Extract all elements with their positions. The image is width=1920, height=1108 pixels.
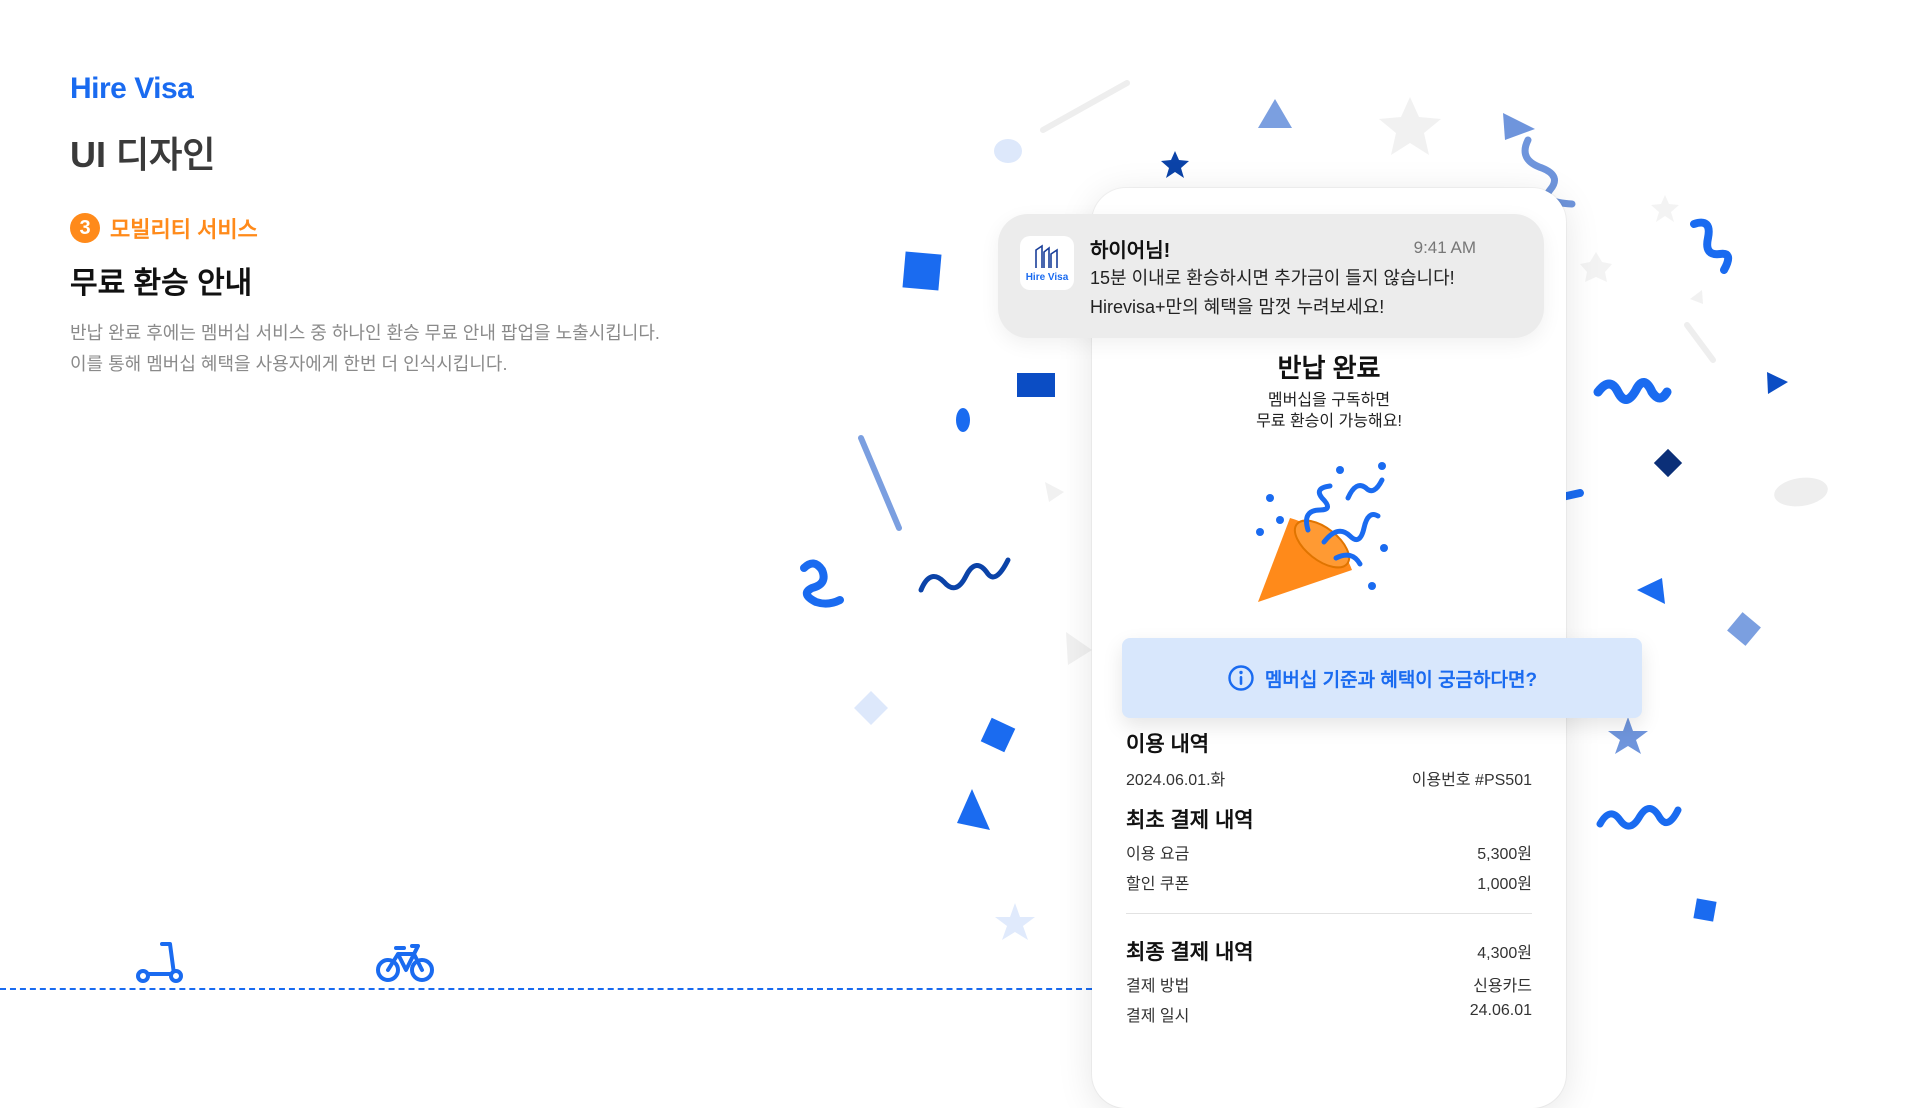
payment-row-value: 신용카드 xyxy=(1473,978,1532,995)
payment-row-label: 이용 요금 xyxy=(1126,846,1190,863)
usage-info-row: 2024.06.01.화 이용번호 #PS501 xyxy=(1126,766,1532,790)
final-payment-row: 최종 결제 내역 4,300원 xyxy=(1126,936,1532,966)
notification-title: 하이어님! xyxy=(1090,240,1171,262)
notification-time: 9:41 AM xyxy=(1413,238,1476,257)
notification-line: 15분 이내로 환승하시면 추가금이 들지 않습니다! xyxy=(1090,268,1455,288)
payment-row-value: 24.06.01 xyxy=(1469,1002,1532,1019)
push-notification[interactable]: Hire Visa 하이어님! 9:41 AM 15분 이내로 환승하시면 추가… xyxy=(998,214,1544,338)
payment-row-label: 결제 방법 xyxy=(1126,978,1190,995)
payment-row-label: 결제 일시 xyxy=(1126,1008,1190,1025)
popup-subtitle-line: 멤버십을 구독하면 xyxy=(1267,392,1391,409)
payment-row-label: 할인 쿠폰 xyxy=(1126,876,1190,893)
final-payment-total: 4,300원 xyxy=(1477,945,1532,962)
confetti-decoration xyxy=(800,80,1828,940)
usage-number: 이용번호 #PS501 xyxy=(1411,772,1532,789)
usage-date: 2024.06.01.화 xyxy=(1126,772,1226,789)
payment-row: 결제 방법 신용카드 xyxy=(1126,972,1532,996)
notification-body: 15분 이내로 환승하시면 추가금이 들지 않습니다! Hirevisa+만의 … xyxy=(1090,264,1455,322)
notification-line: Hirevisa+만의 혜택을 맘껏 누려보세요! xyxy=(1090,297,1385,317)
final-payment-heading: 최종 결제 내역 xyxy=(1126,941,1254,964)
membership-info-text: 멤버십 기준과 혜택이 궁금하다면? xyxy=(1264,669,1538,691)
popup-title: 반납 완료 xyxy=(1277,353,1381,383)
app-logo-text: Hire Visa xyxy=(1025,271,1069,283)
building-icon xyxy=(1035,244,1058,268)
initial-payment-heading: 최초 결제 내역 xyxy=(1126,809,1254,832)
app-logo: Hire Visa xyxy=(1020,236,1074,290)
popup-subtitle-line: 무료 환승이 가능해요! xyxy=(1256,413,1402,430)
party-popper-icon xyxy=(1256,462,1388,602)
payment-row: 결제 일시 24.06.01 xyxy=(1126,1002,1532,1026)
divider xyxy=(1126,913,1532,914)
payment-row-value: 5,300원 xyxy=(1477,846,1532,863)
usage-history-heading: 이용 내역 xyxy=(1126,733,1210,756)
popup-subtitle: 멤버십을 구독하면 무료 환승이 가능해요! xyxy=(1092,390,1566,432)
payment-row: 할인 쿠폰 1,000원 xyxy=(1126,870,1532,894)
payment-row-value: 1,000원 xyxy=(1477,876,1532,893)
payment-row: 이용 요금 5,300원 xyxy=(1126,840,1532,864)
info-circle-icon xyxy=(1228,665,1254,691)
membership-info-button[interactable]: 멤버십 기준과 혜택이 궁금하다면? xyxy=(1122,638,1642,718)
